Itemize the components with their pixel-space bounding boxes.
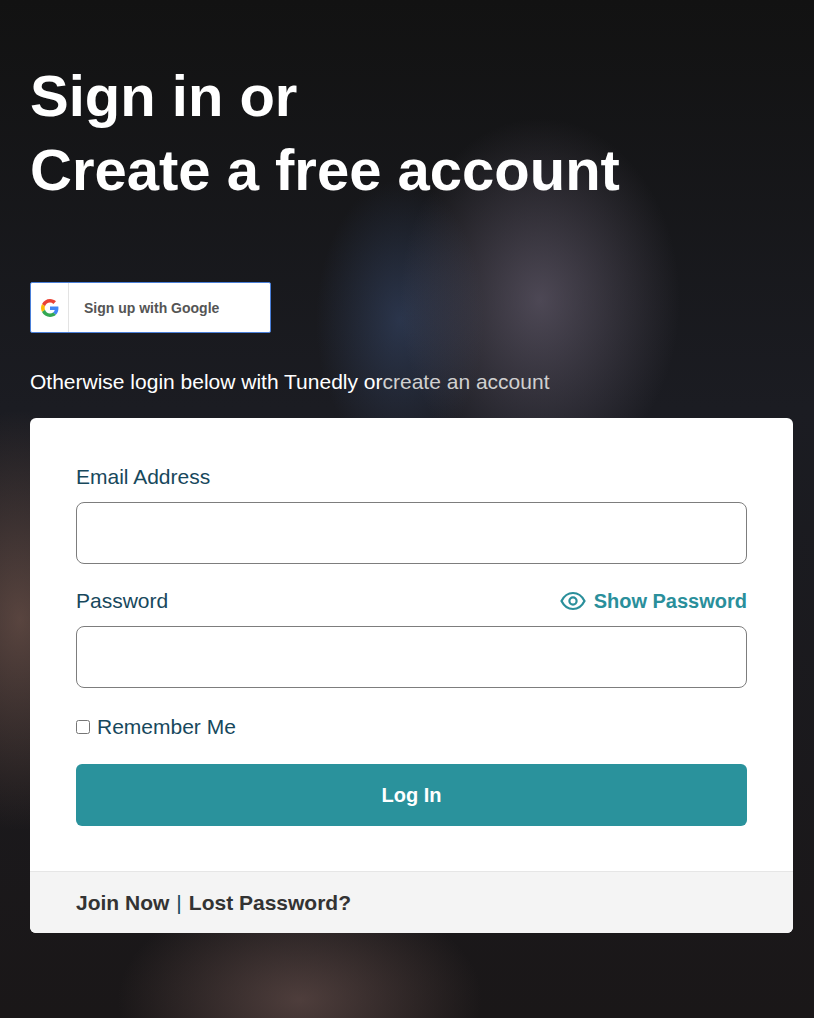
google-icon-cell	[31, 283, 69, 332]
login-card: Email Address Password Show Password Rememb…	[30, 418, 793, 933]
lost-password-link[interactable]: Lost Password?	[189, 891, 351, 915]
remember-me[interactable]: Remember Me	[76, 714, 747, 740]
join-now-link[interactable]: Join Now	[76, 891, 169, 915]
google-button-label: Sign up with Google	[69, 283, 219, 332]
email-input[interactable]	[76, 502, 747, 564]
password-label: Password	[76, 588, 168, 614]
login-page: Sign in orCreate a free account Sign up w…	[0, 0, 814, 1018]
intro-text: Otherwise login below with Tunedly orcre…	[30, 367, 549, 397]
intro-label: Otherwise login below with Tunedly or	[30, 370, 383, 393]
create-account-link[interactable]: create an account	[383, 370, 550, 393]
google-signup-button[interactable]: Sign up with Google	[30, 282, 271, 333]
google-logo-icon	[41, 299, 59, 317]
content: Sign in orCreate a free account Sign up w…	[0, 0, 814, 933]
remember-label: Remember Me	[97, 714, 236, 740]
login-form: Email Address Password Show Password Rememb…	[30, 418, 793, 871]
remember-checkbox[interactable]	[76, 720, 90, 734]
footer-separator: |	[176, 891, 181, 915]
email-label: Email Address	[76, 464, 747, 490]
eye-icon	[560, 591, 586, 611]
page-heading: Sign in orCreate a free account	[30, 59, 620, 207]
show-password-label: Show Password	[594, 590, 747, 613]
password-input[interactable]	[76, 626, 747, 688]
card-footer: Join Now | Lost Password?	[30, 871, 793, 933]
show-password-button[interactable]: Show Password	[560, 590, 747, 613]
heading-line: Sign in or	[30, 59, 620, 133]
password-label-row: Password Show Password	[76, 588, 747, 614]
heading-line: Create a free account	[30, 133, 620, 207]
login-button[interactable]: Log In	[76, 764, 747, 826]
